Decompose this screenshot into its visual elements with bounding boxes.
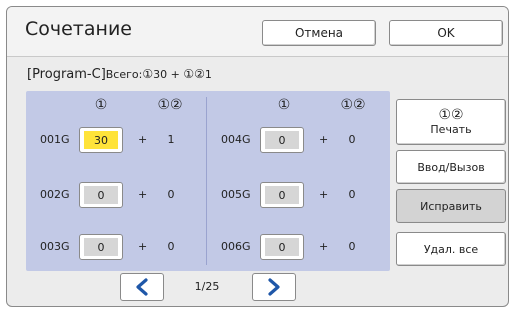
pair-total: 1 bbox=[204, 68, 212, 81]
group-copies-field[interactable]: 0 bbox=[260, 234, 304, 260]
group-pair-count: 1 bbox=[167, 133, 175, 146]
total-label: Всего: bbox=[105, 68, 143, 81]
group-copies-field[interactable]: 0 bbox=[79, 234, 123, 260]
plus-sign: + bbox=[319, 133, 329, 146]
chevron-right-icon bbox=[268, 278, 280, 296]
table-row: 004G 0 + 0 bbox=[207, 125, 390, 155]
table-row: 001G 30 + 1 bbox=[26, 125, 206, 155]
group-label: 001G bbox=[40, 133, 70, 146]
previous-page-button[interactable] bbox=[120, 273, 164, 301]
group-pair-count: 0 bbox=[348, 188, 356, 201]
group-grid: ① ①② ① ①② 001G 30 + 1 002G 0 + 0 003G 0 … bbox=[26, 91, 390, 271]
combination-dialog: Сочетание Отмена OK [Program-C]Всего:①30… bbox=[6, 6, 509, 307]
group-copies-field[interactable]: 0 bbox=[79, 182, 123, 208]
group-pair-count: 0 bbox=[167, 188, 175, 201]
right-header-pair: ①② bbox=[340, 97, 366, 113]
group-copies-field[interactable]: 0 bbox=[260, 182, 304, 208]
group-pair-count: 0 bbox=[348, 133, 356, 146]
page-indicator: 1/25 bbox=[194, 280, 220, 293]
program-name: [Program-C] bbox=[27, 67, 106, 82]
delete-all-button[interactable]: Удал. все bbox=[396, 232, 506, 266]
input-recall-button[interactable]: Ввод/Вызов bbox=[396, 150, 506, 184]
right-header-single: ① bbox=[277, 97, 291, 113]
plus-sign: + bbox=[138, 188, 148, 201]
dialog-title: Сочетание bbox=[25, 18, 132, 40]
group-pair-count: 0 bbox=[167, 240, 175, 253]
combination-summary: [Program-C]Всего:①30 + ①②1 bbox=[27, 67, 212, 82]
edit-button[interactable]: Исправить bbox=[396, 189, 506, 223]
single-symbol: ① bbox=[142, 67, 154, 81]
group-copies-field[interactable]: 0 bbox=[260, 127, 304, 153]
group-label: 004G bbox=[221, 133, 251, 146]
group-copies-value: 30 bbox=[84, 131, 118, 149]
group-copies-value: 0 bbox=[265, 186, 299, 204]
group-copies-value: 0 bbox=[84, 186, 118, 204]
print-label: Печать bbox=[430, 123, 472, 136]
next-page-button[interactable] bbox=[252, 273, 296, 301]
left-header-pair: ①② bbox=[157, 97, 183, 113]
dialog-header: Сочетание Отмена OK bbox=[7, 7, 508, 57]
group-label: 006G bbox=[221, 240, 251, 253]
single-total: 30 bbox=[153, 68, 168, 81]
group-copies-value: 0 bbox=[265, 238, 299, 256]
plus-sign: + bbox=[138, 133, 148, 146]
chevron-left-icon bbox=[136, 278, 148, 296]
group-copies-value: 0 bbox=[84, 238, 118, 256]
table-row: 002G 0 + 0 bbox=[26, 180, 206, 210]
plus-sign: + bbox=[319, 240, 329, 253]
pair-symbol: ①② bbox=[183, 67, 205, 81]
table-row: 006G 0 + 0 bbox=[207, 232, 390, 262]
plus-sign: + bbox=[319, 188, 329, 201]
plus-sign: + bbox=[138, 240, 148, 253]
group-pair-count: 0 bbox=[348, 240, 356, 253]
group-label: 005G bbox=[221, 188, 251, 201]
group-copies-field[interactable]: 30 bbox=[79, 127, 123, 153]
summary-plus: + bbox=[167, 68, 184, 81]
table-row: 005G 0 + 0 bbox=[207, 180, 390, 210]
group-label: 002G bbox=[40, 188, 70, 201]
print-button[interactable]: ①② Печать bbox=[396, 99, 506, 145]
group-copies-value: 0 bbox=[265, 131, 299, 149]
ok-button[interactable]: OK bbox=[389, 20, 503, 46]
group-label: 003G bbox=[40, 240, 70, 253]
print-symbol: ①② bbox=[438, 107, 464, 123]
cancel-button[interactable]: Отмена bbox=[262, 20, 376, 46]
table-row: 003G 0 + 0 bbox=[26, 232, 206, 262]
left-header-single: ① bbox=[94, 97, 108, 113]
